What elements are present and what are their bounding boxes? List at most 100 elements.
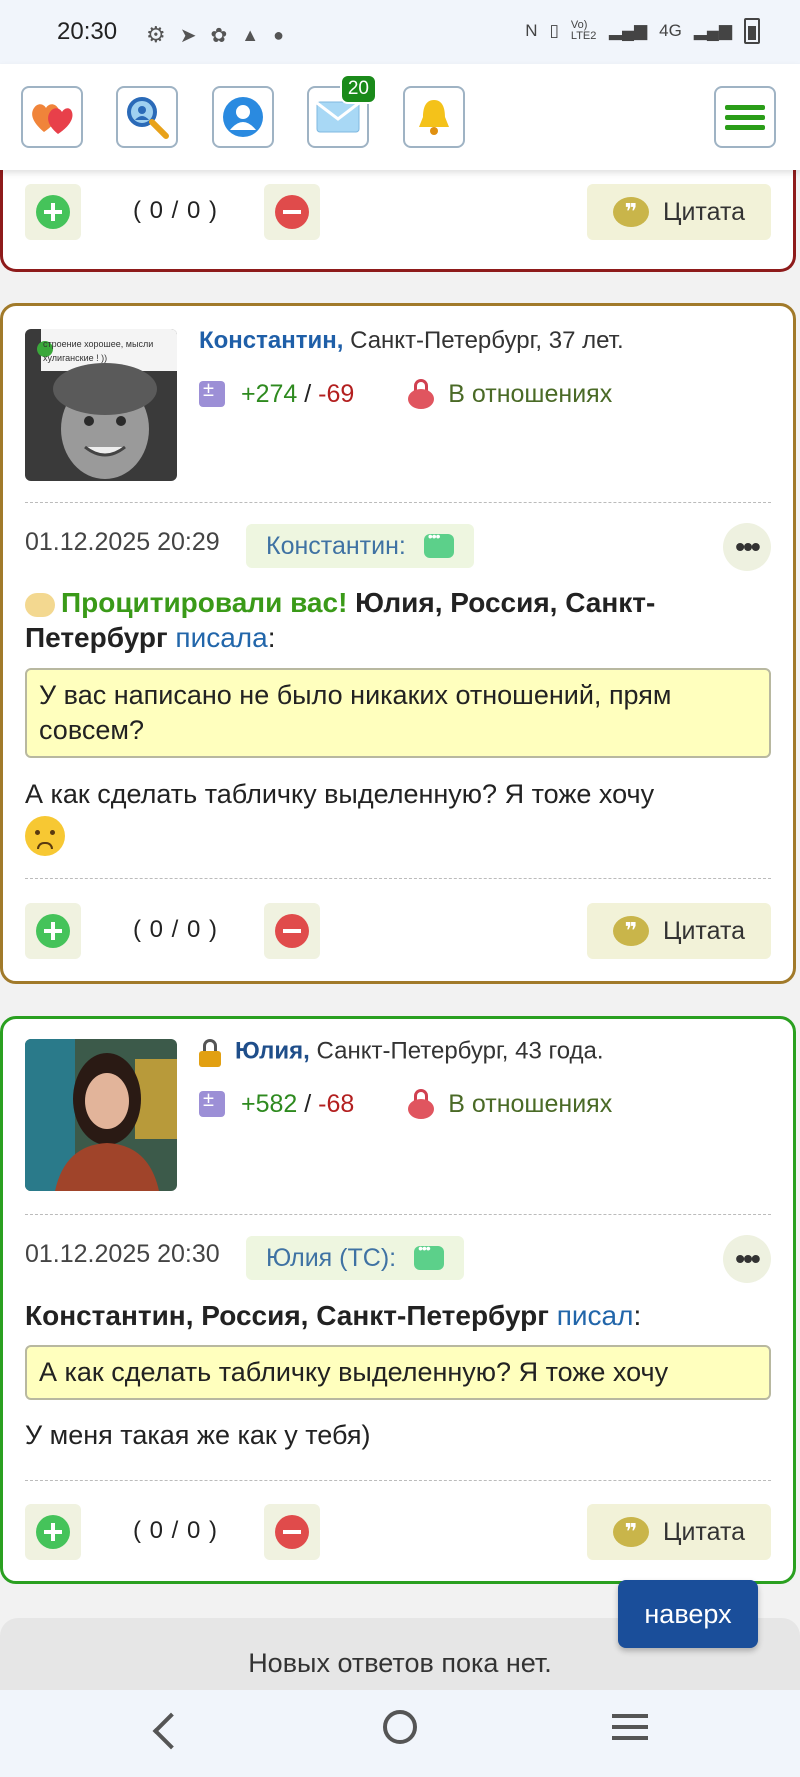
- quoted-colon: :: [633, 1300, 642, 1331]
- user-stats: +582 / -68 В отношениях: [199, 1089, 612, 1119]
- nfc-icon: N: [525, 21, 538, 40]
- vote-row: ( 0 / 0 ) ❞ Цитата: [25, 903, 771, 959]
- app-icon: ✿: [210, 24, 228, 47]
- karma-icon: [199, 1089, 225, 1117]
- hearts-icon: [32, 104, 73, 134]
- vote-count: ( 0 / 0 ): [133, 1517, 219, 1544]
- quote-label: Цитата: [662, 1517, 746, 1546]
- sympathy-button[interactable]: [21, 86, 83, 148]
- ellipsis-icon: •••: [735, 531, 760, 562]
- minus-icon: [275, 195, 309, 229]
- vote-minus-button[interactable]: [264, 903, 320, 959]
- karma-separator: /: [297, 1089, 319, 1118]
- telegram-icon: ➤: [179, 24, 197, 47]
- author-chip[interactable]: Константин:: [246, 524, 474, 568]
- signal-icon-2: ▂▄▆: [693, 21, 732, 40]
- chat-icon: [423, 528, 454, 558]
- avatar[interactable]: [25, 1039, 177, 1191]
- user-name[interactable]: Константин,: [199, 327, 343, 354]
- minus-icon: [275, 914, 309, 948]
- vote-minus-button[interactable]: [264, 1504, 320, 1560]
- post-date: 01.12.2025 20:30: [25, 1240, 220, 1268]
- back-icon[interactable]: [152, 1712, 190, 1750]
- search-icon: [127, 97, 169, 139]
- quote-label: Цитата: [662, 197, 746, 226]
- status-bar: 20:30 ⚙ ➤ ✿ ▲ ● N ▯ Vo) LTE2 ▂▄▆ 4G ▂▄▆: [0, 0, 800, 64]
- user-line: Юлия, Санкт-Петербург, 43 года.: [199, 1037, 604, 1067]
- author-chip[interactable]: Юлия (ТС):: [246, 1236, 465, 1280]
- vote-minus-button[interactable]: [264, 184, 320, 240]
- quote-button[interactable]: ❞ Цитата: [587, 184, 771, 240]
- message-text: У меня такая же как у тебя): [25, 1420, 371, 1450]
- vote-plus-button[interactable]: [25, 1504, 81, 1560]
- quote-box: У вас написано не было никаких отношений…: [25, 668, 771, 758]
- quoted-alert: Процитировали вас!: [61, 587, 348, 618]
- quote-icon: ❞: [612, 916, 649, 946]
- scroll-to-top-button[interactable]: наверх: [618, 1580, 758, 1648]
- vote-plus-button[interactable]: [25, 184, 81, 240]
- author-chip-label: Юлия (ТС):: [266, 1243, 397, 1272]
- bell-icon: [419, 100, 449, 135]
- sad-face-icon: [25, 816, 65, 856]
- vote-count: ( 0 / 0 ): [133, 916, 219, 943]
- avatar-photo: [25, 1039, 177, 1191]
- warning-icon: ▲: [241, 24, 260, 45]
- avatar-caption: строение хорошее, мысли хулиганские ! )): [43, 339, 154, 363]
- gear-icon: ⚙: [146, 22, 166, 47]
- status-system-icons: N ▯ Vo) LTE2 ▂▄▆ 4G ▂▄▆: [525, 18, 760, 44]
- post-date: 01.12.2025 20:29: [25, 528, 220, 556]
- avatar[interactable]: строение хорошее, мысли хулиганские ! )): [25, 329, 177, 481]
- more-options-button[interactable]: •••: [723, 1235, 771, 1283]
- home-icon[interactable]: [383, 1710, 417, 1744]
- divider: [25, 1214, 771, 1215]
- search-button[interactable]: [116, 86, 178, 148]
- quote-icon: ❞: [612, 197, 649, 227]
- lock-icon: [199, 1037, 221, 1067]
- status-notification-icons: ⚙ ➤ ✿ ▲ ●: [146, 22, 284, 48]
- mail-icon: [316, 101, 360, 133]
- quote-button[interactable]: ❞ Цитата: [587, 903, 771, 959]
- karma-separator: /: [297, 379, 319, 408]
- more-options-button[interactable]: •••: [723, 523, 771, 571]
- quoted-verb-link[interactable]: писала: [175, 622, 267, 653]
- dot-icon: ●: [273, 24, 284, 45]
- message-text: А как сделать табличку выделенную? Я тож…: [25, 776, 771, 856]
- quote-box: А как сделать табличку выделенную? Я тож…: [25, 1345, 771, 1400]
- minus-icon: [275, 1515, 309, 1549]
- network-label: 4G: [659, 21, 682, 40]
- divider: [25, 1480, 771, 1481]
- vote-count: ( 0 / 0 ): [133, 197, 219, 224]
- plus-icon: [36, 195, 70, 229]
- quote-button[interactable]: ❞ Цитата: [587, 1504, 771, 1560]
- message-body: А как сделать табличку выделенную? Я тож…: [25, 779, 655, 809]
- notifications-button[interactable]: [403, 86, 465, 148]
- quoted-colon: :: [267, 622, 276, 653]
- quoted-verb-link[interactable]: писал: [557, 1300, 634, 1331]
- profile-button[interactable]: [212, 86, 274, 148]
- vote-row: ( 0 / 0 ) ❞ Цитата: [25, 1504, 771, 1560]
- recent-apps-icon[interactable]: [612, 1714, 648, 1747]
- quoted-user[interactable]: Константин, Россия, Санкт-Петербург: [25, 1300, 549, 1331]
- quote-icon: ❞: [612, 1517, 649, 1547]
- relationship-status: В отношениях: [448, 379, 613, 408]
- quote-label: Цитата: [662, 916, 746, 945]
- profile-icon: [223, 97, 263, 137]
- ellipsis-icon: •••: [735, 1243, 760, 1274]
- karma-minus: -68: [318, 1089, 355, 1118]
- quote-reference: Константин, Россия, Санкт-Петербург писа…: [25, 1298, 771, 1333]
- relationship-lock-icon: [408, 1089, 435, 1119]
- menu-button[interactable]: [714, 86, 776, 148]
- mail-badge: 20: [339, 74, 377, 104]
- vote-plus-button[interactable]: [25, 903, 81, 959]
- user-line: Константин, Санкт-Петербург, 37 лет.: [199, 327, 624, 355]
- top-toolbar: 20: [0, 64, 800, 170]
- relationship-status: В отношениях: [448, 1089, 613, 1118]
- karma-plus: +274: [241, 379, 298, 408]
- divider: [25, 502, 771, 503]
- user-name[interactable]: Юлия,: [235, 1037, 310, 1064]
- status-time: 20:30: [57, 18, 118, 45]
- vibrate-icon: ▯: [549, 21, 559, 40]
- chat-icon: [414, 1240, 445, 1270]
- messages-button[interactable]: 20: [307, 74, 377, 148]
- divider: [25, 878, 771, 879]
